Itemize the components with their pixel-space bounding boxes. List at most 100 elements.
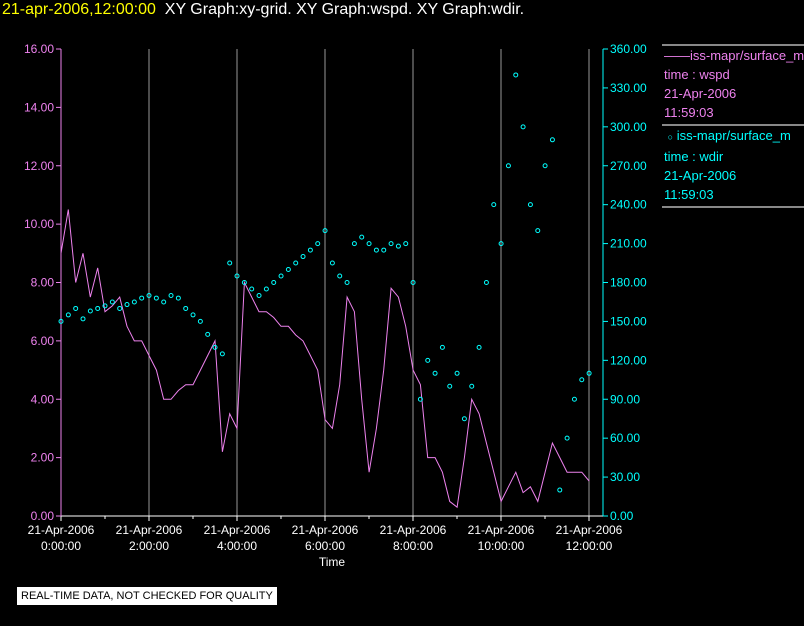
legend-entry-wspd: ——iss-mapr/surface_m time : wspd 21-Apr-… [662,44,804,124]
series-wdir-point [168,292,174,298]
left-tick-label: 6.00 [31,334,55,348]
left-tick-label: 4.00 [31,392,55,406]
legend-date: 21-Apr-2006 [664,86,737,101]
legend-date: 21-Apr-2006 [664,168,737,183]
series-wdir-point [527,202,533,208]
series-wdir-point [124,302,130,308]
x-tick-label: 10:00:00 [478,539,525,553]
series-wdir-point [483,280,489,285]
series-wdir-point [403,241,409,247]
series-wdir-point [227,260,233,266]
quality-note: REAL-TIME DATA, NOT CHECKED FOR QUALITY [17,587,277,605]
right-tick-label: 180.00 [610,276,647,290]
legend-entry-wdir: ○ iss-mapr/surface_m time : wdir 21-Apr-… [662,124,804,208]
series-wdir-point [300,254,306,260]
series-wdir-point [293,260,299,266]
circle-symbol-icon: ○ [667,132,674,142]
legend-time: 11:59:03 [664,105,714,120]
series-wdir-point [337,273,343,279]
series-wdir-point [307,247,313,253]
right-tick-label: 60.00 [610,431,640,445]
series-wdir-point [520,124,526,130]
series-wdir-point [564,435,570,441]
right-tick-label: 210.00 [610,237,647,251]
series-wdir-point [351,241,357,247]
series-wdir-point [535,228,541,234]
series-wdir-point [87,308,93,314]
series-wdir-point [373,247,379,253]
series-wdir-point [557,487,563,493]
series-wdir-point [359,234,365,240]
series-wdir-point [476,344,482,350]
x-tick-label: 21-Apr-2006 [556,523,623,537]
series-wdir-point [439,344,445,350]
series-wdir-point [80,316,86,322]
x-tick-label: 12:00:00 [566,539,613,553]
legend-var: time : wdir [664,149,724,164]
legend-time: 11:59:03 [664,187,714,202]
legend-var: time : wspd [664,67,730,82]
series-wdir-point [131,299,137,305]
right-tick-label: 120.00 [610,353,647,367]
left-tick-label: 0.00 [31,509,55,523]
x-axis-label: Time [319,555,346,569]
series-wdir-point [388,241,394,247]
left-tick-label: 16.00 [24,42,54,56]
right-tick-label: 0.00 [610,509,634,523]
series-wdir-point [256,292,262,298]
series-wdir-point [491,202,497,208]
series-wdir-point [579,377,585,383]
x-tick-label: 6:00:00 [305,539,345,553]
series-wdir-point [175,295,181,301]
legend: —— iss-mapr/surface_m time : wspd 21-Apr-… [662,44,804,208]
series-wdir-point [513,72,519,78]
series-wdir-point [263,286,269,292]
series-wdir-point [395,243,401,249]
series-wdir-point [447,383,453,389]
x-tick-label: 21-Apr-2006 [468,523,535,537]
series-wdir-point [549,137,555,143]
right-tick-label: 30.00 [610,470,640,484]
left-tick-label: 12.00 [24,159,54,173]
series-wdir-point [344,280,350,285]
x-tick-label: 4:00:00 [217,539,257,553]
series-wdir-point [278,273,284,279]
series-wdir-point [542,163,548,169]
right-tick-label: 240.00 [610,198,647,212]
series-wdir-point [153,295,159,301]
series-wdir-point [65,312,71,318]
right-tick-label: 270.00 [610,159,647,173]
x-tick-label: 21-Apr-2006 [380,523,447,537]
series-wdir-point [73,305,79,311]
series-wdir-point [117,305,123,311]
series-wdir-point [366,241,372,247]
series-wdir-point [505,163,511,169]
legend-source: iss-mapr/surface_m [676,128,791,143]
series-wdir-point [571,396,577,402]
series-wdir-point [249,286,255,292]
left-tick-label: 14.00 [24,100,54,114]
series-wdir-point [315,241,321,247]
series-wdir-point [161,299,167,305]
series-wdir-point [139,295,145,301]
series-wdir-point [425,357,431,363]
right-tick-label: 300.00 [610,120,647,134]
right-tick-label: 360.00 [610,42,647,56]
series-wdir-point [95,305,101,311]
left-tick-label: 8.00 [31,276,55,290]
left-tick-label: 10.00 [24,217,54,231]
series-wdir-point [329,260,335,266]
series-wdir-point [271,280,277,285]
series-wdir-point [190,312,196,318]
right-tick-label: 90.00 [610,392,640,406]
x-tick-label: 21-Apr-2006 [292,523,359,537]
x-tick-label: 21-Apr-2006 [28,523,95,537]
series-wdir-point [454,370,460,376]
series-wdir-point [469,383,475,389]
series-wdir-point [197,318,203,324]
series-wdir-point [205,331,211,337]
x-tick-label: 0:00:00 [41,539,81,553]
line-symbol-icon: —— [664,48,690,63]
series-wdir-point [219,351,225,357]
graph-window: 21-apr-2006,12:00:00 XY Graph:xy-grid. X… [0,0,804,626]
